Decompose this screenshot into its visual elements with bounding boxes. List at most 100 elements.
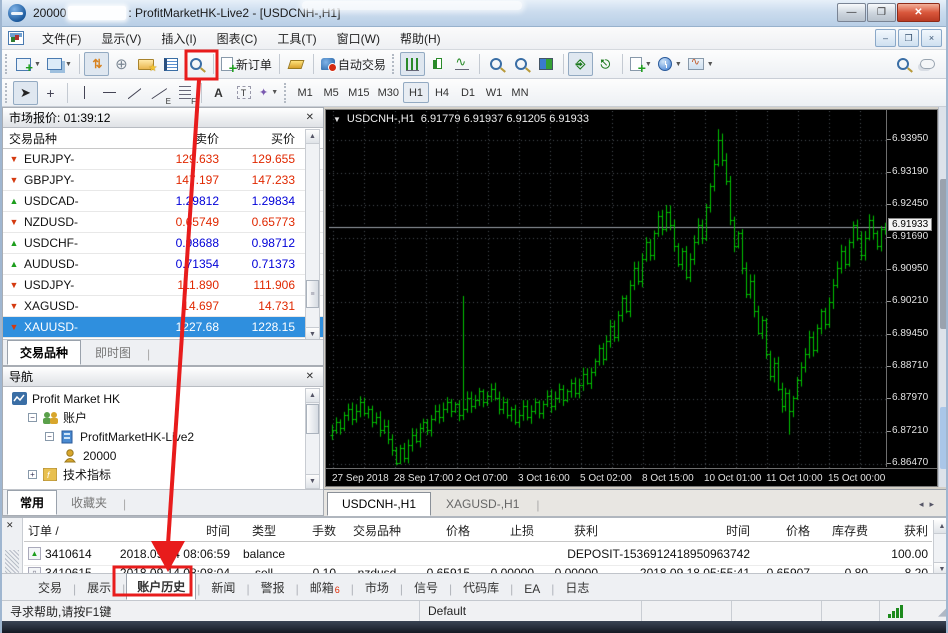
line-chart-button[interactable] xyxy=(450,52,475,76)
channel-button[interactable]: E xyxy=(147,81,172,105)
expand-icon[interactable]: + xyxy=(28,470,37,479)
column-bid[interactable]: 卖价 xyxy=(115,130,219,147)
timeframe-M30[interactable]: M30 xyxy=(374,82,403,103)
terminal-tab-市场[interactable]: 市场 xyxy=(355,575,399,600)
new-order-button[interactable]: 新订单 xyxy=(218,52,275,76)
window-restore-button[interactable]: ❐ xyxy=(867,3,896,22)
autotrade-button[interactable]: 自动交易 xyxy=(318,52,389,76)
terminal-column-3[interactable]: 类型 xyxy=(234,522,294,539)
market-watch-row-GBPJPY-[interactable]: ▼GBPJPY-147.197147.233 xyxy=(3,170,323,191)
tab-symbols[interactable]: 交易品种 xyxy=(7,340,81,365)
time-axis[interactable]: 27 Sep 201828 Sep 17:002 Oct 07:003 Oct … xyxy=(326,468,937,488)
market-watch-row-XAGUSD-[interactable]: ▼XAGUSD-14.69714.731 xyxy=(3,296,323,317)
timeframe-M5[interactable]: M5 xyxy=(318,82,344,103)
text-tool-button[interactable]: A xyxy=(206,81,231,105)
bar-chart-button[interactable] xyxy=(400,52,425,76)
terminal-column-2[interactable]: 时间 xyxy=(112,522,234,539)
timeframe-D1[interactable]: D1 xyxy=(455,82,481,103)
window-close-button[interactable]: ✕ xyxy=(897,3,940,22)
terminal-column-11[interactable]: 库存费 xyxy=(814,522,872,539)
market-watch-row-USDCAD-[interactable]: ▲USDCAD-1.298121.29834 xyxy=(3,191,323,212)
tab-common[interactable]: 常用 xyxy=(7,490,57,515)
navigator-button[interactable] xyxy=(134,52,159,76)
crosshair-tool-button[interactable]: + xyxy=(38,81,63,105)
new-chart-button[interactable]: ▼ xyxy=(13,52,44,76)
menu-item-6[interactable]: 窗口(W) xyxy=(327,27,390,50)
zoom-in-button[interactable] xyxy=(484,52,509,76)
candlestick-button[interactable] xyxy=(425,52,450,76)
toolbar-grip[interactable] xyxy=(284,83,289,103)
periods-button[interactable]: ▼ xyxy=(655,52,685,76)
scroll-thumb[interactable]: ≡ xyxy=(306,280,319,308)
price-axis[interactable]: 6.939506.931906.924506.916906.909506.902… xyxy=(886,110,937,467)
scroll-up-icon[interactable]: ▲ xyxy=(934,520,948,534)
market-watch-row-USDJPY-[interactable]: ▼USDJPY-111.890111.906 xyxy=(3,275,323,296)
collapse-icon[interactable]: − xyxy=(45,432,54,441)
shapes-button[interactable]: ✦▼ xyxy=(256,81,281,105)
terminal-tab-展示[interactable]: 展示 xyxy=(77,575,121,600)
terminal-tab-邮箱[interactable]: 邮箱6 xyxy=(300,575,350,600)
terminal-tab-账户历史[interactable]: 账户历史 xyxy=(126,573,196,600)
search-button[interactable] xyxy=(890,52,915,76)
mdi-restore-button[interactable]: ❐ xyxy=(898,29,919,47)
terminal-tab-EA[interactable]: EA xyxy=(514,578,550,600)
nav-node-20000[interactable]: 20000 xyxy=(3,446,323,465)
nav-node-ProfitMarketHK-Live2[interactable]: −ProfitMarketHK-Live2 xyxy=(3,427,323,446)
scroll-thumb[interactable] xyxy=(306,404,319,434)
timeframe-M15[interactable]: M15 xyxy=(344,82,373,103)
terminal-column-4[interactable]: 手数 xyxy=(294,522,340,539)
fibonacci-button[interactable]: F xyxy=(172,81,197,105)
trendline-button[interactable] xyxy=(122,81,147,105)
toolbar-grip[interactable] xyxy=(5,83,10,103)
auto-scroll-button[interactable]: ⎆ xyxy=(568,52,593,76)
scroll-thumb[interactable] xyxy=(940,179,948,329)
terminal-column-5[interactable]: 交易品种 xyxy=(340,522,414,539)
terminal-tab-信号[interactable]: 信号 xyxy=(404,575,448,600)
chart-tab-usdcnh[interactable]: USDCNH-,H1 xyxy=(327,492,431,516)
window-minimize-button[interactable]: — xyxy=(837,3,866,22)
terminal-button[interactable] xyxy=(159,52,184,76)
chevron-down-icon[interactable]: ▼ xyxy=(333,115,341,124)
navigator-scrollbar[interactable]: ▲ ▼ xyxy=(305,388,320,489)
terminal-tab-交易[interactable]: 交易 xyxy=(28,575,72,600)
timeframe-H1[interactable]: H1 xyxy=(403,82,429,103)
status-profile[interactable]: Default xyxy=(420,601,642,621)
tile-windows-button[interactable] xyxy=(534,52,559,76)
collapse-icon[interactable]: − xyxy=(28,413,37,422)
chat-button[interactable] xyxy=(915,52,940,76)
tab-favorites[interactable]: 收藏夹 xyxy=(58,490,120,515)
scroll-down-icon[interactable]: ▼ xyxy=(306,474,319,488)
timeframe-H4[interactable]: H4 xyxy=(429,82,455,103)
nav-node-技术指标[interactable]: +f技术指标 xyxy=(3,465,323,484)
terminal-column-7[interactable]: 止损 xyxy=(474,522,538,539)
toolbar-grip[interactable] xyxy=(5,54,10,74)
mdi-close-button[interactable]: × xyxy=(921,29,942,47)
terminal-column-12[interactable]: 获利 xyxy=(872,522,932,539)
menu-item-5[interactable]: 工具(T) xyxy=(267,27,326,50)
scroll-up-icon[interactable]: ▲ xyxy=(306,389,319,403)
timeframe-M1[interactable]: M1 xyxy=(292,82,318,103)
terminal-tab-代码库[interactable]: 代码库 xyxy=(453,575,509,600)
market-watch-scrollbar[interactable]: ▲ ≡ ▼ xyxy=(305,129,320,342)
market-watch-close-icon[interactable]: ✕ xyxy=(303,112,317,123)
chart-shift-button[interactable]: ⎋ xyxy=(593,52,618,76)
nav-node-Profit Market HK[interactable]: Profit Market HK xyxy=(3,389,323,408)
label-tool-button[interactable]: T xyxy=(231,81,256,105)
menu-item-3[interactable]: 插入(I) xyxy=(151,27,206,50)
column-ask[interactable]: 买价 xyxy=(219,130,299,147)
horizontal-line-button[interactable] xyxy=(97,81,122,105)
navigator-close-icon[interactable]: ✕ xyxy=(303,371,317,382)
chart-plot[interactable] xyxy=(329,111,887,468)
tab-tick-chart[interactable]: 即时图 xyxy=(82,340,144,365)
chart-area-scrollbar[interactable] xyxy=(938,107,948,487)
scroll-thumb[interactable] xyxy=(940,407,948,469)
market-watch-row-NZDUSD-[interactable]: ▼NZDUSD-0.657490.65773 xyxy=(3,212,323,233)
menu-item-2[interactable]: 显示(V) xyxy=(91,27,151,50)
terminal-scrollbar[interactable]: ▲ ▼ xyxy=(933,520,948,576)
menu-item-4[interactable]: 图表(C) xyxy=(207,27,268,50)
column-symbol[interactable]: 交易品种 xyxy=(3,130,115,147)
terminal-tab-新闻[interactable]: 新闻 xyxy=(201,575,245,600)
chart-tab-xagusd[interactable]: XAGUSD-,H1 xyxy=(431,492,534,516)
chart-tab-scroll-icons[interactable]: ◂▸ xyxy=(919,499,940,510)
terminal-column-8[interactable]: 获利 xyxy=(538,522,602,539)
